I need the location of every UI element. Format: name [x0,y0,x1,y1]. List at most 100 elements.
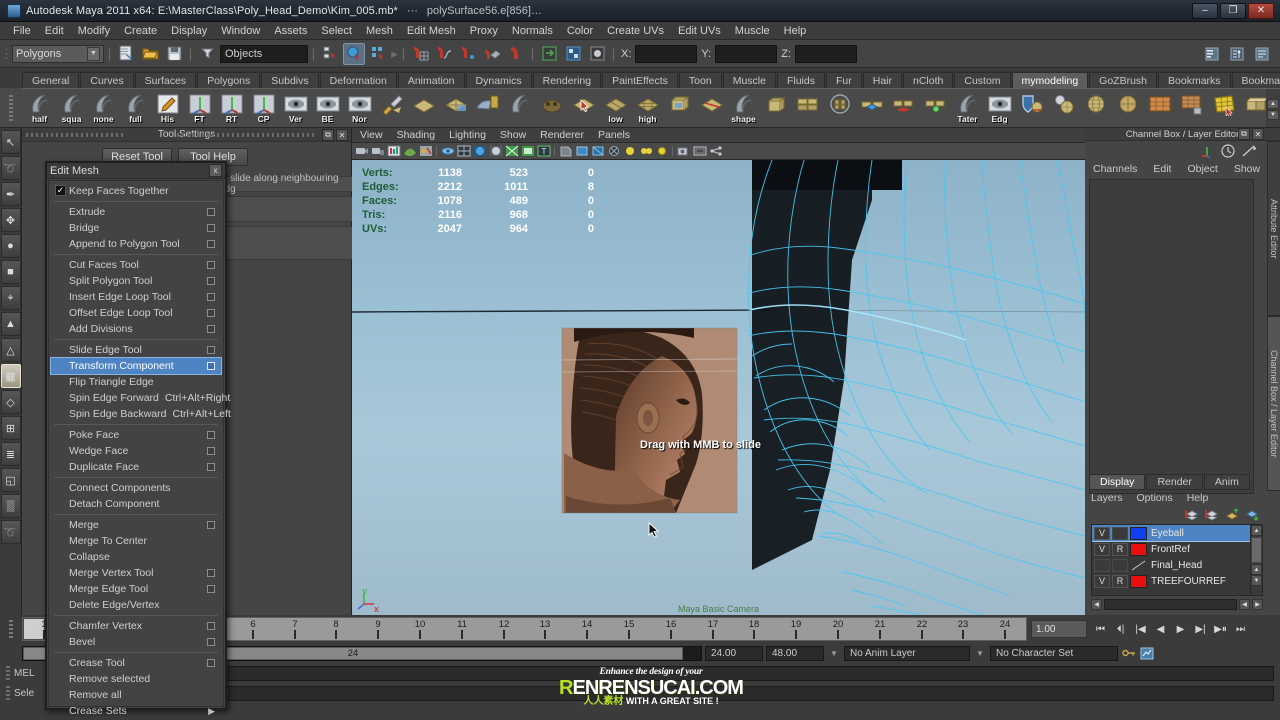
step-forward-keyframe-button[interactable]: ▶⏸ [1212,620,1229,638]
panel-undock-icon[interactable]: ⧉ [322,129,334,141]
panel-undock-icon[interactable]: ⧉ [1238,128,1250,140]
close-icon[interactable]: x [209,164,222,177]
shelf-scroll-buttons[interactable]: ▲ ▼ [1266,89,1280,127]
option-box-icon[interactable] [207,261,215,269]
render-settings-button[interactable] [586,43,608,65]
menu-muscle[interactable]: Muscle [728,24,777,38]
component-select-mode-button[interactable] [367,43,389,65]
scroll-thumb[interactable] [1251,537,1262,563]
saved-layout[interactable]: ➰ [0,520,21,544]
show-hide-attribute-editor-button[interactable] [1201,43,1223,65]
snap-to-point-button[interactable] [457,43,479,65]
layer-row[interactable]: Final_Head [1092,557,1262,573]
scale-tool[interactable]: ■ [0,260,21,284]
menu-assets[interactable]: Assets [267,24,314,38]
menu-modify[interactable]: Modify [71,24,117,38]
scroll-up2-icon[interactable]: ▲ [1251,564,1262,575]
scroll-up-icon[interactable]: ▲ [1251,525,1262,536]
layer-reference-toggle[interactable] [1112,558,1128,572]
shelf-button-his[interactable]: His [152,91,183,125]
scroll-left2-icon[interactable]: ◀ [1239,598,1250,610]
channel-box-menu-show[interactable]: Show [1234,163,1260,175]
shelf-button-sculpt-icon[interactable] [536,91,567,125]
go-to-start-button[interactable]: ⏮ [1092,620,1109,638]
tab-attribute-editor[interactable]: Attribute Editor [1267,141,1280,316]
new-scene-button[interactable] [115,43,137,65]
clock-icon[interactable] [1220,144,1235,159]
viewport-menu-lighting[interactable]: Lighting [449,129,486,141]
channel-box-menu-edit[interactable]: Edit [1153,163,1171,175]
shelf-tab-hair[interactable]: Hair [862,72,902,88]
shelf-button-ball-icon[interactable] [1112,91,1143,125]
edit-mesh-item-chamfer-vertex[interactable]: Chamfer Vertex [51,618,221,634]
shelf-button-ft[interactable]: FT [184,91,215,125]
snap-to-view-plane-button[interactable] [505,43,527,65]
new-layer-icon[interactable] [1184,507,1199,521]
channel-box-menu-object[interactable]: Object [1187,163,1217,175]
layer-color-swatch[interactable] [1130,574,1147,588]
edit-mesh-item-offset-edge-loop-tool[interactable]: Offset Edge Loop Tool [51,305,221,321]
option-box-icon[interactable] [207,638,215,646]
shelf-button-paint-icon[interactable] [472,91,503,125]
shelf-button-tater[interactable]: Tater [952,91,983,125]
edit-mesh-item-spin-edge-forward[interactable]: Spin Edge Forward Ctrl+Alt+Right [51,390,230,406]
selection-mask-field[interactable]: Objects [220,44,308,63]
channel-box-input-polyDelEdge1[interactable] [1092,209,1253,222]
layer-visibility-toggle[interactable] [1094,558,1110,572]
menu-edit-mesh[interactable]: Edit Mesh [400,24,463,38]
y-coord-field[interactable] [715,44,778,63]
layer-tab-display[interactable]: Display [1089,474,1146,490]
option-box-icon[interactable] [207,659,215,667]
lock-camera-icon[interactable] [370,144,385,159]
shelf-tab-custom[interactable]: Custom [954,72,1011,88]
edit-mesh-item-poke-face[interactable]: Poke Face [51,427,221,443]
hardware-texturing-icon[interactable] [520,144,535,159]
option-box-icon[interactable] [207,277,215,285]
menu-select[interactable]: Select [314,24,359,38]
shelf-tab-bookmarks[interactable]: Bookmarks [1158,72,1231,88]
lasso-tool[interactable]: ➰ [0,156,21,180]
chevron-down-icon-2[interactable]: ▼ [973,649,987,658]
shelf-button-shield-icon[interactable] [1016,91,1047,125]
shelf-button-swirl-icon[interactable] [504,91,535,125]
option-box-icon[interactable] [207,569,215,577]
shelf-tab-mymodeling[interactable]: mymodeling [1011,72,1089,88]
maximize-button[interactable]: ❐ [1220,2,1246,19]
chevron-down-icon[interactable]: ▼ [827,649,841,658]
channel-box-input-polySplit5[interactable] [1092,222,1253,235]
edit-mesh-item-delete-edge-vertex[interactable]: Delete Edge/Vertex [51,597,221,613]
move-layer-up-icon[interactable] [1224,507,1239,521]
layer-row[interactable]: V R FrontRef [1092,541,1262,557]
minimize-button[interactable]: – [1192,2,1218,19]
x-coord-field[interactable] [635,44,698,63]
option-box-icon[interactable] [207,362,215,370]
shelf-scroll-down-icon[interactable]: ▼ [1267,109,1279,120]
isolate-select-icon[interactable] [574,144,589,159]
edit-mesh-item-cut-faces-tool[interactable]: Cut Faces Tool [51,257,221,273]
layer-reference-toggle[interactable]: R [1112,574,1128,588]
universal-manip-tool[interactable]: ⌖ [0,286,21,310]
shelf-button-cursor-poly-icon[interactable] [568,91,599,125]
edit-mesh-item-crease-sets[interactable]: Crease Sets ▶ [51,703,221,719]
range-start-field[interactable]: 24.00 [705,645,763,661]
shelf-tab-gozbrush[interactable]: GoZBrush [1089,72,1158,88]
edit-mesh-item-remove-all[interactable]: Remove all [51,687,221,703]
key-icon[interactable] [1121,646,1136,661]
snap-to-grid-button[interactable] [409,43,431,65]
option-box-icon[interactable] [207,309,215,317]
menu-mesh[interactable]: Mesh [359,24,400,38]
camera-attributes-icon[interactable] [386,144,401,159]
close-button[interactable]: ✕ [1248,2,1274,19]
layer-reference-toggle[interactable]: R [1112,542,1128,556]
outliner-persp-layout[interactable]: ≣ [0,442,21,466]
edit-mesh-item-bridge[interactable]: Bridge [51,220,221,236]
current-tool-slide-edge[interactable]: ▦ [0,364,21,388]
edit-mesh-item-flip-triangle-edge[interactable]: Flip Triangle Edge [51,374,221,390]
channel-box-input-polySplit1[interactable] [1092,274,1253,287]
shelf-tab-general[interactable]: General [22,72,80,88]
soft-mod-tool[interactable]: ▲ [0,312,21,336]
snap-to-curve-button[interactable] [433,43,455,65]
gate-icon[interactable] [692,144,707,159]
scroll-right-icon[interactable]: ▶ [1252,598,1263,610]
edit-mesh-item-merge[interactable]: Merge [51,517,221,533]
